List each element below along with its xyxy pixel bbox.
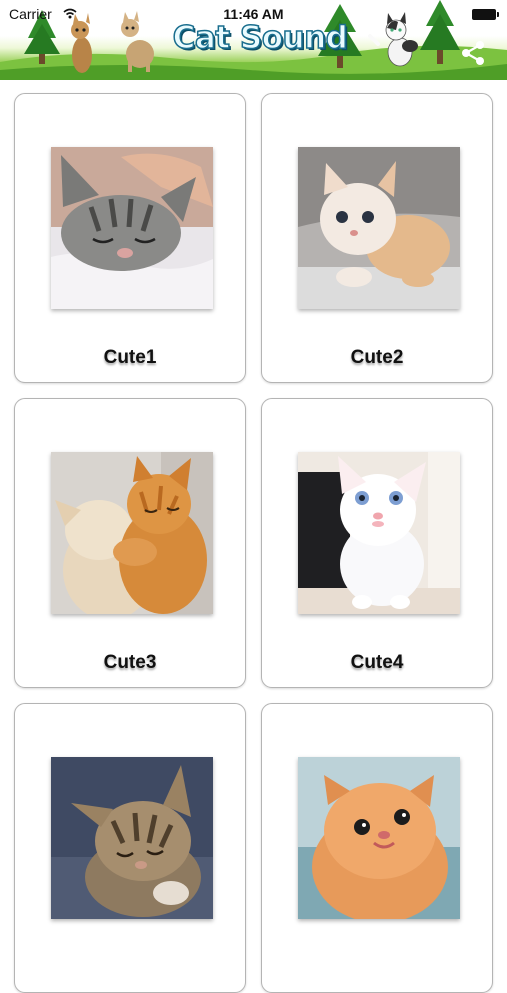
card-label: Cute4 [350,652,404,673]
card-label: Cute2 [350,347,404,368]
card-label: Cute1 [103,347,157,368]
sound-card-cute1[interactable]: Cute1 [14,93,246,383]
share-icon[interactable] [458,38,488,68]
app-title: Cat Sound [172,19,349,57]
header-banner: Carrier 11:46 AM Cat Sound [0,0,507,80]
kitten-photo[interactable] [51,452,213,614]
sound-card-cute3[interactable]: Cute3 [14,398,246,688]
sound-card-cute4[interactable]: Cute4 [261,398,493,688]
kitten-photo[interactable] [51,147,213,309]
sound-card-6[interactable] [261,703,493,993]
sound-card-cute2[interactable]: Cute2 [261,93,493,383]
card-label: Cute3 [103,652,157,673]
kitten-photo[interactable] [298,757,460,919]
sound-grid: Cute1 Cute2 Cute3 Cute4 [0,80,507,993]
sound-card-5[interactable] [14,703,246,993]
kitten-photo[interactable] [51,757,213,919]
battery-icon [472,9,499,20]
kitten-photo[interactable] [298,452,460,614]
kitten-photo[interactable] [298,147,460,309]
